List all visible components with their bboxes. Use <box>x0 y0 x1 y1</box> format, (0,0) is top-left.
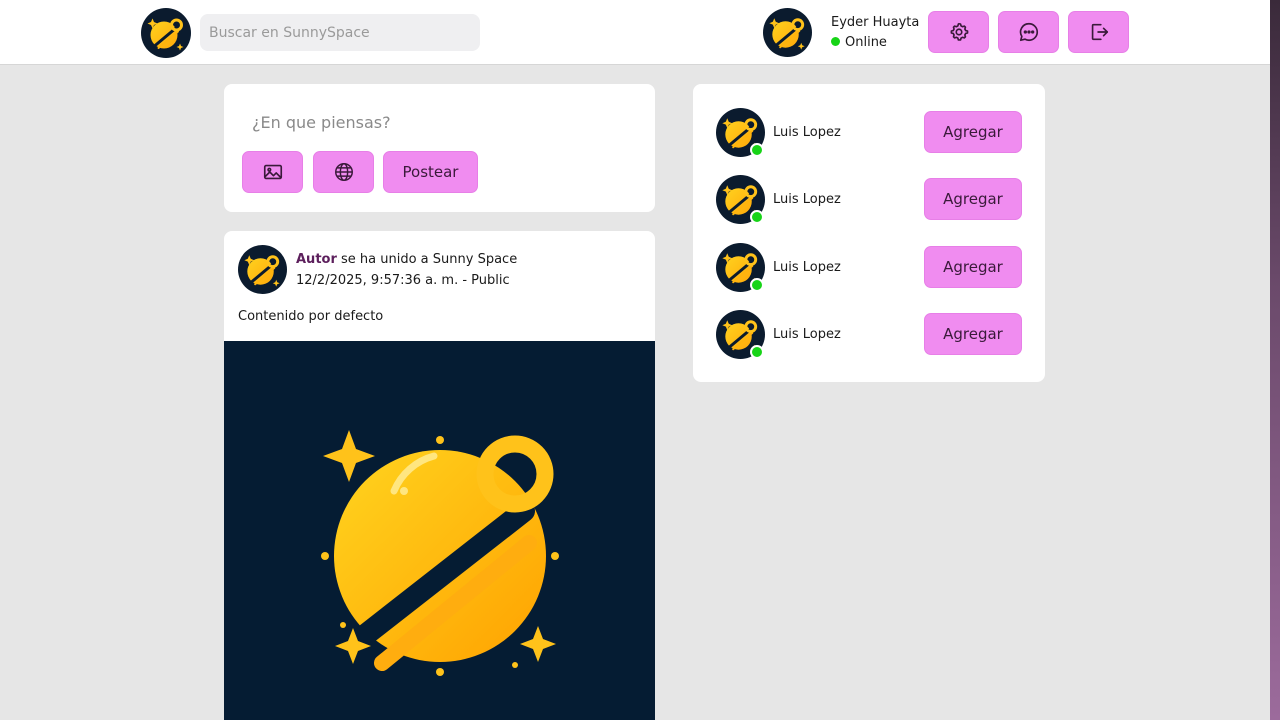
logout-icon <box>1091 23 1108 41</box>
search-input[interactable] <box>200 14 480 51</box>
post-composer: Postear <box>224 84 655 212</box>
image-icon <box>263 164 282 180</box>
planet-logo-icon <box>763 8 812 57</box>
post-image[interactable] <box>224 341 655 720</box>
add-image-button[interactable] <box>242 151 303 193</box>
post-button[interactable]: Postear <box>383 151 478 193</box>
add-friend-button[interactable]: Agregar <box>924 178 1022 220</box>
post-content: Contenido por defecto <box>238 309 384 324</box>
composer-input[interactable] <box>242 108 632 136</box>
post-header: Autor se ha unido a Sunny Space <box>296 252 517 267</box>
gear-icon <box>950 22 968 41</box>
logout-button[interactable] <box>1068 11 1129 53</box>
post-author-name[interactable]: Autor <box>296 252 337 267</box>
online-indicator-icon <box>750 143 764 157</box>
friend-suggestion-row: Luis Lopez Agregar <box>693 310 1045 370</box>
user-name: Eyder Huayta <box>831 15 920 30</box>
add-friend-button[interactable]: Agregar <box>924 246 1022 288</box>
friend-suggestions-panel: Luis Lopez Agregar Luis Lopez Agregar Lu… <box>693 84 1045 382</box>
online-dot-icon <box>831 37 840 46</box>
friend-name[interactable]: Luis Lopez <box>773 192 841 207</box>
user-status-label: Online <box>845 35 887 50</box>
sunny-planet-illustration-icon <box>321 430 559 676</box>
online-indicator-icon <box>750 210 764 224</box>
friend-name[interactable]: Luis Lopez <box>773 125 841 140</box>
chat-bubble-icon <box>1019 22 1038 42</box>
planet-logo-icon <box>141 8 191 58</box>
add-friend-button[interactable]: Agregar <box>924 313 1022 355</box>
globe-icon <box>334 163 353 181</box>
add-friend-button[interactable]: Agregar <box>924 111 1022 153</box>
window-edge-stripe <box>1270 0 1280 720</box>
friend-name[interactable]: Luis Lopez <box>773 327 841 342</box>
post-author-avatar[interactable] <box>238 245 287 294</box>
post-action-text: se ha unido a Sunny Space <box>336 252 518 267</box>
sunnyspace-logo[interactable] <box>141 8 191 58</box>
visibility-button[interactable] <box>313 151 374 193</box>
planet-logo-icon <box>238 245 287 294</box>
user-avatar[interactable] <box>763 8 812 57</box>
friend-name[interactable]: Luis Lopez <box>773 260 841 275</box>
online-indicator-icon <box>750 345 764 359</box>
settings-button[interactable] <box>928 11 989 53</box>
user-status: Online <box>831 35 887 50</box>
messages-button[interactable] <box>998 11 1059 53</box>
online-indicator-icon <box>750 278 764 292</box>
friend-suggestion-row: Luis Lopez Agregar <box>693 175 1045 235</box>
feed-post: Autor se ha unido a Sunny Space 12/2/202… <box>224 231 655 720</box>
friend-suggestion-row: Luis Lopez Agregar <box>693 243 1045 303</box>
post-meta: 12/2/2025, 9:57:36 a. m. - Public <box>296 273 510 288</box>
top-navbar: Eyder Huayta Online <box>0 0 1270 65</box>
friend-suggestion-row: Luis Lopez Agregar <box>693 108 1045 168</box>
